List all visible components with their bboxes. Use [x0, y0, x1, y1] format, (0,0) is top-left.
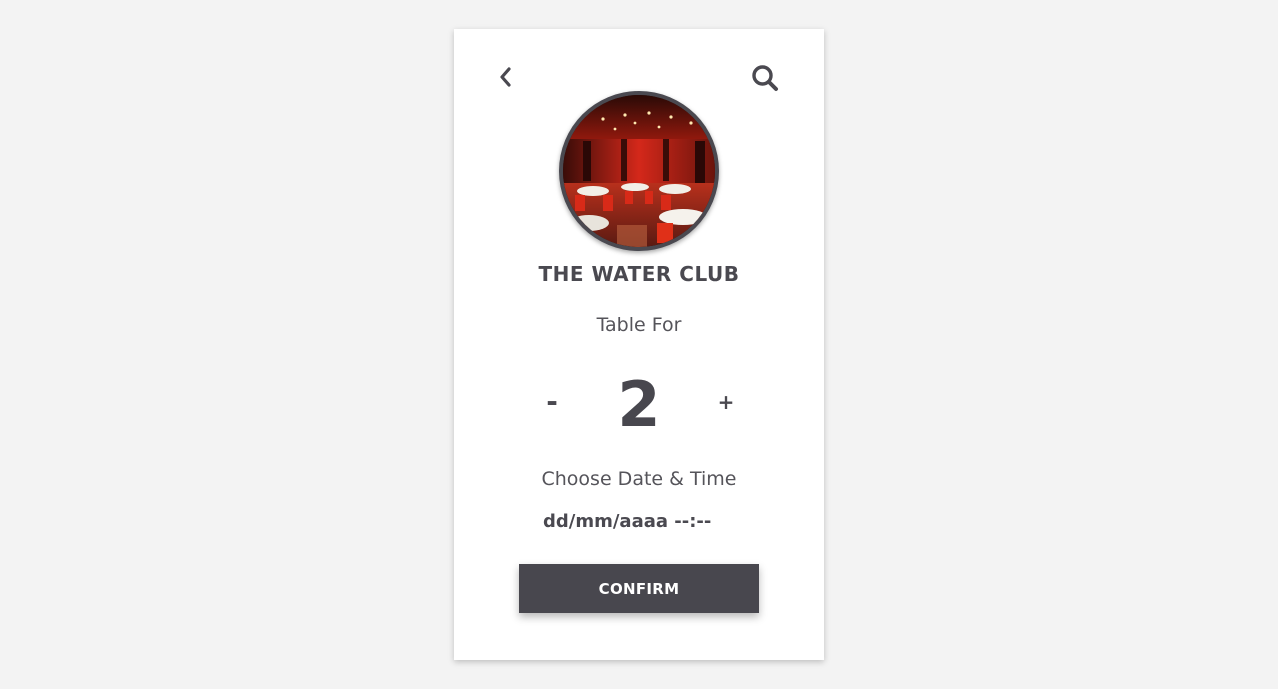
restaurant-photo [563, 95, 715, 247]
search-icon [752, 65, 778, 91]
search-button[interactable] [750, 63, 780, 93]
guest-count: 2 [617, 368, 661, 441]
booking-card: THE WATER CLUB Table For - 2 + Choose Da… [454, 29, 824, 660]
restaurant-name: THE WATER CLUB [538, 262, 740, 286]
decrease-guests-button[interactable]: - [534, 384, 570, 420]
increase-guests-button[interactable]: + [708, 384, 744, 420]
back-button[interactable] [494, 65, 518, 89]
datetime-label: Choose Date & Time [541, 468, 737, 490]
confirm-button[interactable]: CONFIRM [519, 564, 759, 613]
restaurant-avatar [559, 91, 719, 251]
chevron-left-icon [500, 67, 511, 87]
table-for-label: Table For [596, 314, 682, 336]
datetime-input[interactable] [539, 507, 739, 535]
